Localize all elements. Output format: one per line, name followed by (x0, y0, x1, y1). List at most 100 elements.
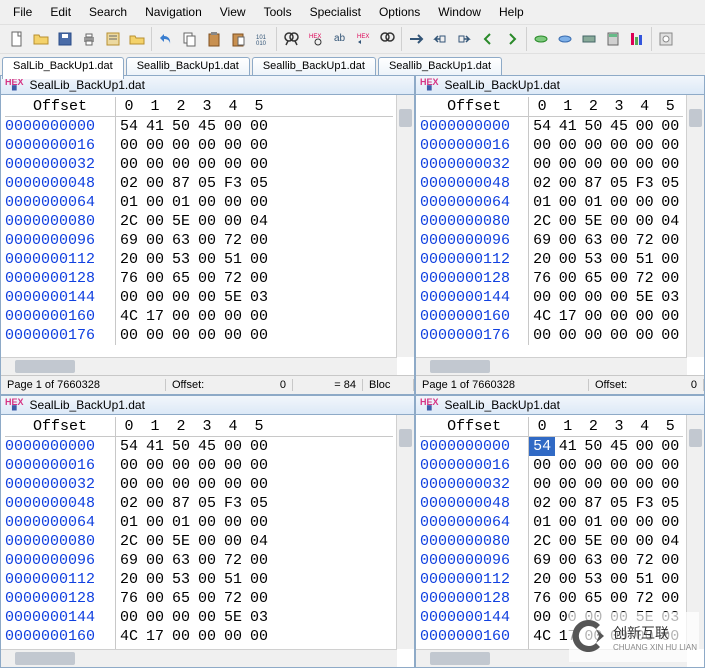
hex-byte[interactable]: 00 (555, 570, 581, 589)
hex-byte[interactable]: 00 (657, 155, 683, 174)
hex-byte[interactable]: 00 (246, 307, 272, 326)
hex-byte[interactable]: 01 (529, 513, 555, 532)
hex-byte[interactable]: 00 (194, 627, 220, 646)
hex-row[interactable]: 00000000802C005E000004 (420, 532, 683, 551)
hex-row[interactable]: 00000001604C1700000000 (5, 307, 393, 326)
hex-byte[interactable]: 72 (632, 269, 658, 288)
hex-row[interactable]: 000000004802008705F305 (5, 494, 393, 513)
copy-icon[interactable] (179, 28, 201, 50)
hex-byte[interactable]: 72 (220, 231, 246, 250)
horizontal-scrollbar[interactable] (1, 649, 397, 667)
hex-row[interactable]: 000000004802008705F305 (5, 174, 393, 193)
hex-byte[interactable]: 63 (168, 231, 194, 250)
hex-byte[interactable]: 00 (246, 475, 272, 494)
hex-byte[interactable]: 01 (116, 513, 142, 532)
hex-byte[interactable]: 5E (220, 608, 246, 627)
menu-view[interactable]: View (211, 3, 255, 21)
hex-byte[interactable]: 00 (632, 326, 658, 345)
hex-byte[interactable]: 00 (657, 307, 683, 326)
hex-byte[interactable]: 76 (529, 589, 555, 608)
tab-0[interactable]: SalLib_BackUp1.dat (2, 57, 124, 79)
hex-byte[interactable]: 00 (555, 288, 581, 307)
hex-byte[interactable]: 00 (142, 570, 168, 589)
hex-byte[interactable]: 00 (657, 570, 683, 589)
hex-row[interactable]: 0000000112200053005100 (420, 250, 683, 269)
hex-byte[interactable]: 00 (632, 155, 658, 174)
hex-byte[interactable]: 00 (555, 231, 581, 250)
hex-byte[interactable]: 00 (142, 174, 168, 193)
hex-byte[interactable]: 00 (657, 326, 683, 345)
hex-byte[interactable]: 00 (606, 551, 632, 570)
hex-row[interactable]: 0000000032000000000000 (5, 155, 393, 174)
hex-byte[interactable]: 05 (246, 494, 272, 513)
hex-byte[interactable]: 00 (194, 193, 220, 212)
hex-byte[interactable]: 00 (194, 326, 220, 345)
horizontal-scrollbar[interactable] (416, 649, 687, 667)
hex-byte[interactable]: 00 (168, 608, 194, 627)
hex-byte[interactable]: 00 (220, 193, 246, 212)
hex-byte[interactable]: 00 (632, 193, 658, 212)
hex-byte[interactable]: 00 (632, 437, 658, 456)
hex-byte[interactable]: 45 (606, 117, 632, 136)
goto-back-icon[interactable] (429, 28, 451, 50)
hex-byte[interactable]: 00 (194, 212, 220, 231)
hex-byte[interactable]: 01 (116, 193, 142, 212)
vertical-scrollbar[interactable] (396, 415, 414, 649)
hex-byte[interactable]: 00 (246, 437, 272, 456)
menu-window[interactable]: Window (429, 3, 490, 21)
hex-row[interactable]: 0000000176000000000000 (420, 326, 683, 345)
hex-byte[interactable]: 00 (632, 456, 658, 475)
hex-byte[interactable]: F3 (632, 494, 658, 513)
hex-byte[interactable]: 20 (529, 570, 555, 589)
hex-byte[interactable]: 00 (657, 513, 683, 532)
hex-byte[interactable]: 00 (194, 513, 220, 532)
hex-byte[interactable]: 00 (555, 136, 581, 155)
hex-byte[interactable]: 00 (220, 437, 246, 456)
hex-byte[interactable]: 00 (220, 136, 246, 155)
hex-byte[interactable]: 00 (606, 212, 632, 231)
hex-row[interactable]: 0000000064010001000000 (5, 513, 393, 532)
hex-byte[interactable]: 00 (657, 456, 683, 475)
hex-byte[interactable]: 00 (142, 269, 168, 288)
hex-byte[interactable]: 00 (555, 250, 581, 269)
hex-byte[interactable]: 00 (581, 627, 607, 646)
find-text-icon[interactable]: ab (328, 28, 350, 50)
hex-byte[interactable]: 01 (168, 193, 194, 212)
hex-byte[interactable]: 00 (142, 212, 168, 231)
hex-byte[interactable]: 00 (632, 475, 658, 494)
save-icon[interactable] (54, 28, 76, 50)
hex-byte[interactable]: 00 (657, 250, 683, 269)
hex-row[interactable]: 00000000802C005E000004 (5, 212, 393, 231)
hex-byte[interactable]: 01 (168, 513, 194, 532)
hex-byte[interactable]: 00 (555, 269, 581, 288)
hex-byte[interactable]: 00 (142, 193, 168, 212)
hex-byte[interactable]: 00 (555, 589, 581, 608)
hex-byte[interactable]: 76 (529, 269, 555, 288)
hex-byte[interactable]: 00 (116, 136, 142, 155)
menu-search[interactable]: Search (80, 3, 136, 21)
hex-byte[interactable]: 00 (246, 193, 272, 212)
hex-byte[interactable]: 45 (194, 117, 220, 136)
hex-byte[interactable]: 00 (657, 193, 683, 212)
hex-byte[interactable]: 01 (581, 513, 607, 532)
cut-icon[interactable] (227, 28, 249, 50)
hex-row[interactable]: 0000000032000000000000 (420, 475, 683, 494)
hex-row[interactable]: 0000000128760065007200 (420, 589, 683, 608)
hex-byte[interactable]: 00 (142, 456, 168, 475)
menu-tools[interactable]: Tools (255, 3, 301, 21)
hex-byte[interactable]: 00 (581, 155, 607, 174)
find-icon[interactable] (280, 28, 302, 50)
hex-byte[interactable]: 00 (142, 513, 168, 532)
hex-byte[interactable]: 00 (606, 589, 632, 608)
hex-byte[interactable]: 00 (116, 475, 142, 494)
hex-byte[interactable]: 00 (194, 136, 220, 155)
hex-byte[interactable]: 69 (116, 231, 142, 250)
hex-byte[interactable]: 00 (555, 475, 581, 494)
hex-byte[interactable]: 05 (246, 174, 272, 193)
paste-icon[interactable] (203, 28, 225, 50)
hex-byte[interactable]: 00 (246, 551, 272, 570)
hex-view[interactable]: Offset0123450000000000544150450000000000… (1, 415, 397, 650)
hex-byte[interactable]: 03 (246, 288, 272, 307)
hex-row[interactable]: 00000001604C1700000000 (420, 307, 683, 326)
hex-row[interactable]: 0000000128760065007200 (5, 589, 393, 608)
